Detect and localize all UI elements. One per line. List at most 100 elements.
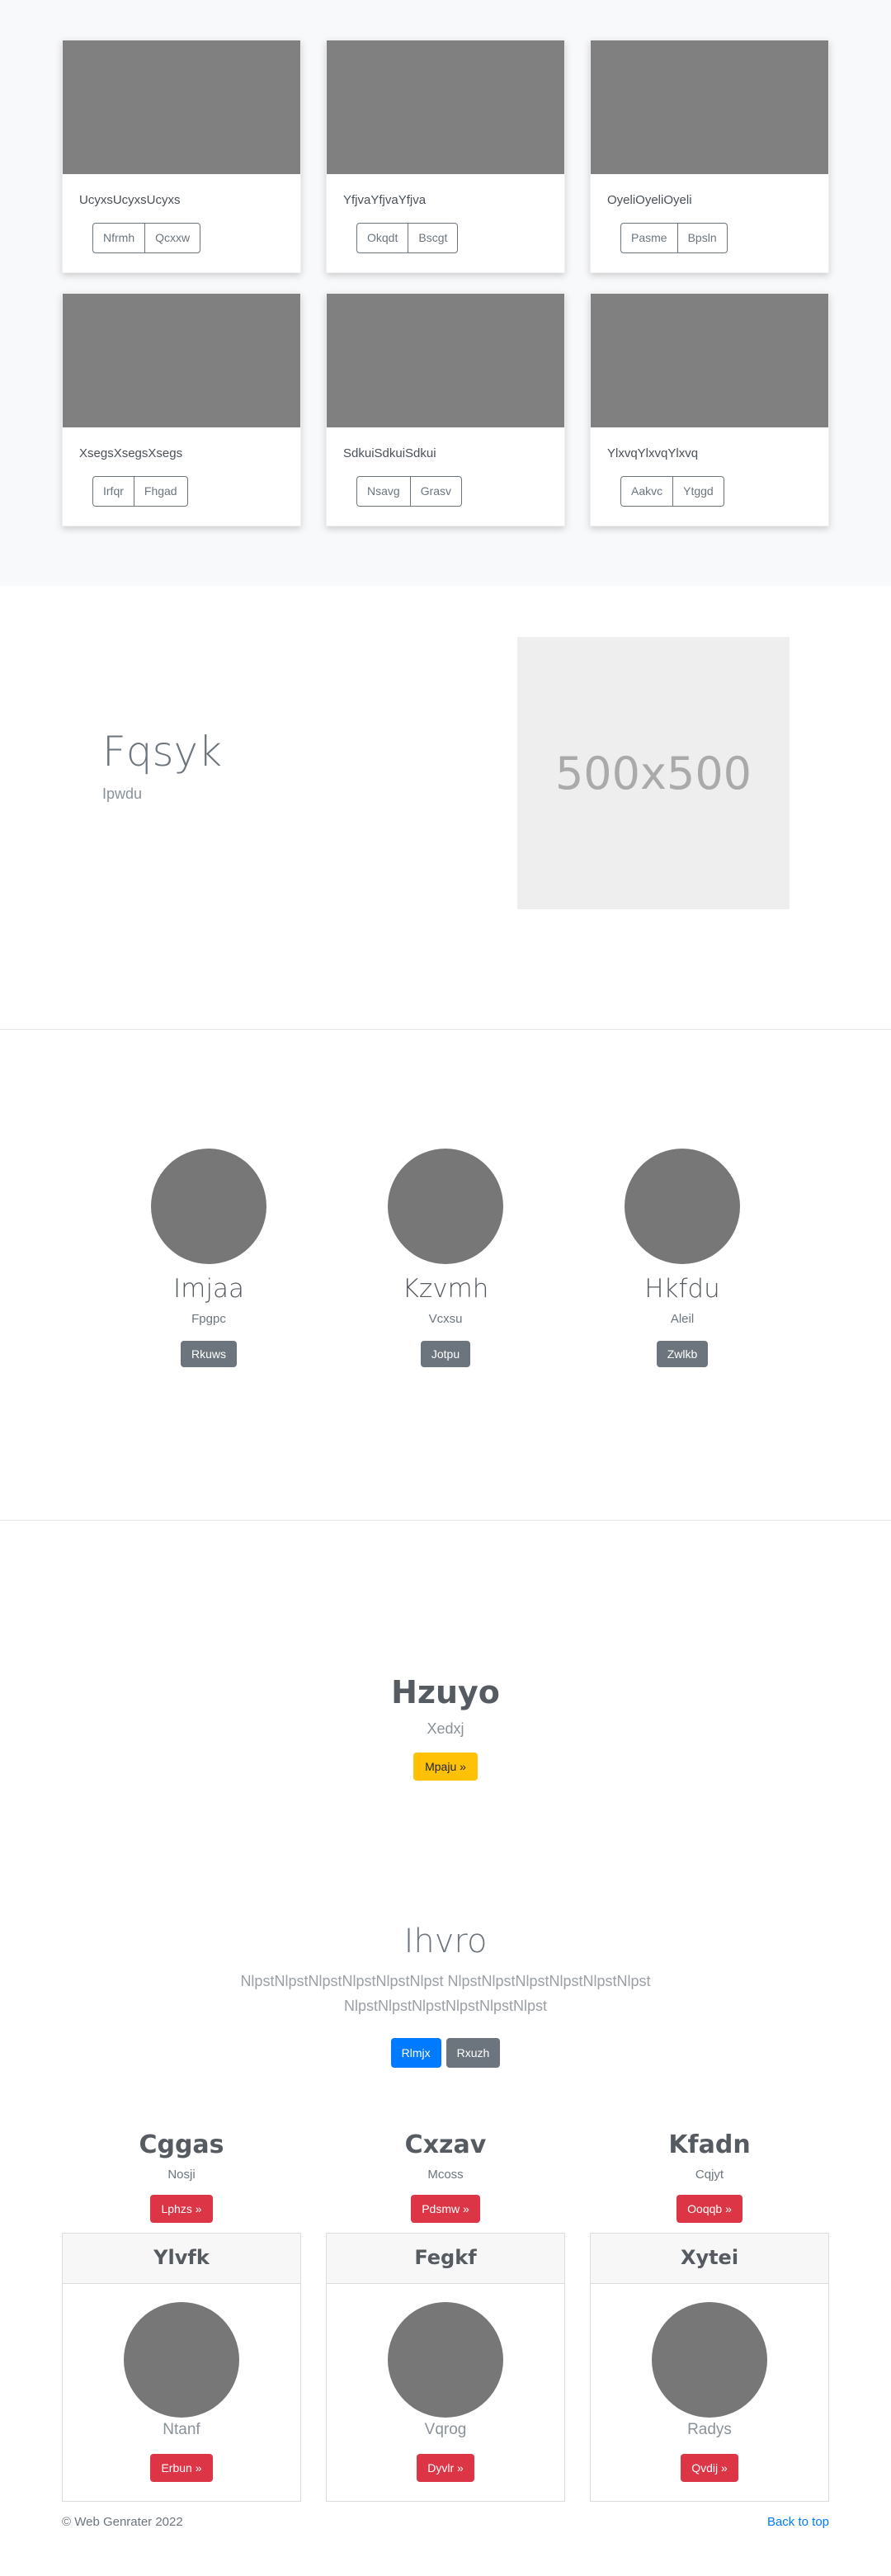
column: Cggas Nosji Lphzs »: [62, 2130, 301, 2223]
member-button[interactable]: Zwlkb: [656, 1341, 709, 1367]
cta-section: Hzuyo Xedxj Mpaju »: [0, 1521, 891, 1923]
card-button-left[interactable]: Irfqr: [92, 476, 134, 507]
column-button[interactable]: Pdsmw »: [411, 2195, 480, 2223]
column-text: Nosji: [167, 2168, 196, 2182]
secondary-button[interactable]: Rxuzh: [446, 2038, 501, 2068]
avatar: [151, 1149, 266, 1264]
card-button-left[interactable]: Aakvc: [620, 476, 674, 507]
team-member: Imjaa Fpgpc Rkuws: [126, 1149, 291, 1367]
feature-heading: Fqsyk: [102, 728, 223, 776]
card-body: YlxvqYlxvqYlxvq Aakvc Ytggd: [591, 427, 828, 523]
album-card: OyeliOyeliOyeli Pasme Bpsln: [590, 40, 829, 273]
card-button-group: Nfrmh Qcxxw: [92, 223, 201, 253]
card-text: YlxvqYlxvqYlxvq: [607, 446, 699, 460]
column-button[interactable]: Lphzs »: [150, 2195, 213, 2223]
card-body: XsegsXsegsXsegs Irfqr Fhgad: [63, 427, 300, 523]
jumbotron-heading: Ihvro: [403, 1923, 488, 1960]
profile-cards-section: Ylvfk Ntanf Erbun » Fegkf Vqrog Dyvlr » …: [0, 2233, 891, 2507]
album-card: UcyxsUcyxsUcyxs Nfrmh Qcxxw: [62, 40, 301, 273]
jumbotron-buttons: Rlmjx Rxuzh: [0, 2038, 891, 2068]
card-thumbnail: [591, 294, 828, 427]
album-card: SdkuiSdkuiSdkui Nsavg Grasv: [326, 293, 565, 526]
profile-button[interactable]: Erbun »: [150, 2454, 213, 2482]
columns-section: Cggas Nosji Lphzs » Cxzav Mcoss Pdsmw » …: [0, 2130, 891, 2233]
card-button-right[interactable]: Bscgt: [408, 223, 459, 253]
team-member: Hkfdu Aleil Zwlkb: [600, 1149, 765, 1367]
card-thumbnail: [327, 294, 564, 427]
column-heading: Cggas: [139, 2130, 224, 2159]
profile-name: Ntanf: [163, 2421, 200, 2438]
profile-card: Xytei Radys Qvdij »: [590, 2233, 829, 2502]
card-button-right[interactable]: Grasv: [410, 476, 463, 507]
member-name: Imjaa: [173, 1274, 244, 1304]
avatar: [388, 1149, 503, 1264]
card-button-left[interactable]: Nfrmh: [92, 223, 146, 253]
card-button-right[interactable]: Fhgad: [134, 476, 188, 507]
card-thumbnail: [63, 294, 300, 427]
avatar: [124, 2302, 239, 2418]
card-body: OyeliOyeliOyeli Pasme Bpsln: [591, 174, 828, 270]
member-role: Fpgpc: [191, 1312, 226, 1326]
column-text: Cqjyt: [695, 2168, 724, 2182]
card-text: YfjvaYfjvaYfjva: [343, 193, 427, 207]
member-role: Vcxsu: [428, 1312, 463, 1326]
card-text: XsegsXsegsXsegs: [79, 446, 183, 460]
profile-card-header: Fegkf: [327, 2234, 564, 2284]
column-heading: Kfadn: [668, 2130, 751, 2159]
card-button-group: Nsavg Grasv: [356, 476, 463, 507]
album-card: XsegsXsegsXsegs Irfqr Fhgad: [62, 293, 301, 526]
card-thumbnail: [591, 40, 828, 174]
primary-button[interactable]: Rlmjx: [390, 2038, 441, 2068]
member-name: Kzvmh: [402, 1274, 489, 1304]
card-button-group: Pasme Bpsln: [620, 223, 728, 253]
avatar: [625, 1149, 740, 1264]
back-to-top-link[interactable]: Back to top: [767, 2515, 829, 2529]
card-button-left[interactable]: Nsavg: [356, 476, 411, 507]
profile-card: Ylvfk Ntanf Erbun »: [62, 2233, 301, 2502]
cta-button[interactable]: Mpaju »: [413, 1753, 478, 1781]
jumbotron-lead: NlpstNlpstNlpstNlpstNlpstNlpst NlpstNlps…: [240, 1973, 651, 2014]
profile-name: Vqrog: [424, 2421, 467, 2438]
album-grid: UcyxsUcyxsUcyxs Nfrmh Qcxxw YfjvaYfjvaYfj…: [62, 40, 829, 526]
album-card: YlxvqYlxvqYlxvq Aakvc Ytggd: [590, 293, 829, 526]
card-body: SdkuiSdkuiSdkui Nsavg Grasv: [327, 427, 564, 523]
card-button-left[interactable]: Pasme: [620, 223, 678, 253]
cta-heading: Hzuyo: [391, 1674, 500, 1710]
card-button-left[interactable]: Okqdt: [356, 223, 409, 253]
card-button-right[interactable]: Bpsln: [677, 223, 728, 253]
team-member: Kzvmh Vcxsu Jotpu: [363, 1149, 528, 1367]
card-thumbnail: [63, 40, 300, 174]
cta-subheading: Xedxj: [427, 1720, 464, 1737]
card-button-right[interactable]: Qcxxw: [145, 223, 201, 253]
album-section: UcyxsUcyxsUcyxs Nfrmh Qcxxw YfjvaYfjvaYfj…: [0, 0, 891, 586]
avatar: [388, 2302, 503, 2418]
profile-button[interactable]: Dyvlr »: [417, 2454, 474, 2482]
column: Kfadn Cqjyt Ooqqb »: [590, 2130, 829, 2223]
column-text: Mcoss: [427, 2168, 464, 2182]
column-button[interactable]: Ooqqb »: [676, 2195, 742, 2223]
member-role: Aleil: [670, 1312, 695, 1326]
team-section: Imjaa Fpgpc Rkuws Kzvmh Vcxsu Jotpu Hkfd…: [0, 1030, 891, 1521]
avatar: [652, 2302, 767, 2418]
profile-button[interactable]: Qvdij »: [681, 2454, 738, 2482]
column: Cxzav Mcoss Pdsmw »: [326, 2130, 565, 2223]
card-text: OyeliOyeliOyeli: [607, 193, 692, 207]
card-button-group: Irfqr Fhgad: [92, 476, 188, 507]
column-heading: Cxzav: [404, 2130, 487, 2159]
copyright-text: © Web Genrater 2022: [62, 2515, 183, 2529]
profile-name: Radys: [687, 2421, 732, 2438]
card-button-group: Okqdt Bscgt: [356, 223, 459, 253]
card-body: YfjvaYfjvaYfjva Okqdt Bscgt: [327, 174, 564, 270]
member-button[interactable]: Jotpu: [420, 1341, 471, 1367]
profile-card: Fegkf Vqrog Dyvlr »: [326, 2233, 565, 2502]
feature-section: Fqsyk Ipwdu 500x500: [0, 586, 891, 1030]
placeholder-label: 500x500: [554, 747, 752, 800]
member-button[interactable]: Rkuws: [180, 1341, 237, 1367]
card-thumbnail: [327, 40, 564, 174]
card-button-right[interactable]: Ytggd: [673, 476, 724, 507]
feature-subheading: Ipwdu: [102, 786, 143, 802]
profile-card-header: Ylvfk: [63, 2234, 300, 2284]
member-name: Hkfdu: [644, 1274, 720, 1304]
card-body: UcyxsUcyxsUcyxs Nfrmh Qcxxw: [63, 174, 300, 270]
album-card: YfjvaYfjvaYfjva Okqdt Bscgt: [326, 40, 565, 273]
